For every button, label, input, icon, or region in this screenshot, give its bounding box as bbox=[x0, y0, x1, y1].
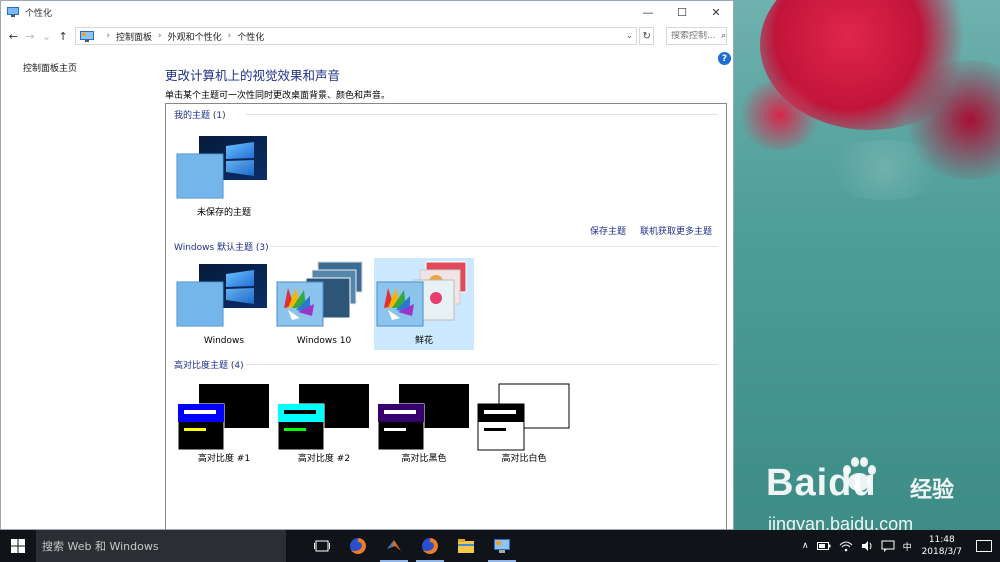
theme-thumbnail bbox=[176, 136, 267, 199]
window-title: 个性化 bbox=[25, 8, 53, 19]
divider bbox=[270, 246, 718, 247]
theme-unsaved[interactable]: 未保存的主题 bbox=[174, 130, 274, 222]
theme-windows[interactable]: Windows bbox=[174, 258, 274, 350]
theme-thumbnail bbox=[376, 261, 467, 327]
theme-label: 高对比黑色 bbox=[401, 454, 447, 464]
control-panel-icon bbox=[80, 30, 95, 42]
divider bbox=[246, 364, 718, 365]
clock[interactable]: 11:48 2018/3/7 bbox=[922, 534, 962, 558]
theme-high-contrast-white[interactable]: 高对比白色 bbox=[474, 376, 574, 468]
breadcrumb-separator[interactable]: › bbox=[228, 31, 232, 41]
personalization-window: 个性化 — ☐ ✕ ← → ⌄ ↑ › 控制面板 › 外观和个性化 › 个性化 … bbox=[0, 0, 734, 559]
breadcrumb-appearance[interactable]: 外观和个性化 bbox=[168, 30, 222, 43]
taskbar-search[interactable]: 搜索 Web 和 Windows bbox=[36, 530, 286, 562]
breadcrumb-separator[interactable]: › bbox=[158, 31, 162, 41]
breadcrumb-control-panel[interactable]: 控制面板 bbox=[116, 30, 152, 43]
theme-flowers[interactable]: 鲜花 bbox=[374, 258, 474, 350]
clock-date: 2018/3/7 bbox=[921, 547, 962, 557]
light-glow bbox=[820, 140, 950, 200]
control-panel-home-link[interactable]: 控制面板主页 bbox=[23, 61, 77, 74]
maximize-button[interactable]: ☐ bbox=[665, 1, 699, 23]
search-input[interactable] bbox=[670, 31, 721, 41]
breadcrumb-separator: › bbox=[106, 31, 110, 41]
theme-label: 鲜花 bbox=[414, 336, 433, 346]
taskbar: 搜索 Web 和 Windows ∧ 中 11:48 2018/3/7 bbox=[0, 530, 1000, 562]
firefox-icon[interactable] bbox=[340, 530, 376, 562]
theme-high-contrast-black[interactable]: 高对比黑色 bbox=[374, 376, 474, 468]
file-explorer-icon[interactable] bbox=[448, 530, 484, 562]
theme-label: 高对比白色 bbox=[501, 454, 547, 464]
theme-label: Windows 10 bbox=[296, 336, 352, 346]
refresh-button[interactable]: ↻ bbox=[639, 27, 654, 45]
minimize-button[interactable]: — bbox=[631, 1, 665, 23]
taskbar-search-text: 搜索 Web 和 Windows bbox=[42, 540, 159, 553]
page-description: 单击某个主题可一次性同时更改桌面背景、颜色和声音。 bbox=[165, 91, 391, 101]
title-bar[interactable]: 个性化 — ☐ ✕ bbox=[1, 1, 733, 23]
firefox-icon[interactable] bbox=[412, 530, 448, 562]
system-tray: ∧ 中 11:48 2018/3/7 bbox=[798, 530, 1000, 562]
volume-icon[interactable] bbox=[861, 540, 873, 552]
theme-thumbnail bbox=[176, 264, 267, 327]
section-title-high-contrast: 高对比度主题 (4) bbox=[174, 361, 244, 371]
close-button[interactable]: ✕ bbox=[699, 1, 733, 23]
address-bar[interactable]: › 控制面板 › 外观和个性化 › 个性化 ⌄ bbox=[75, 27, 638, 45]
section-title-my-themes: 我的主题 (1) bbox=[174, 111, 226, 121]
baidu-jingyan-text: 经验 bbox=[910, 478, 955, 503]
theme-label: Windows bbox=[203, 336, 245, 346]
theme-thumbnail bbox=[477, 383, 570, 451]
baidu-paw-icon bbox=[843, 457, 876, 491]
matlab-icon[interactable] bbox=[376, 530, 412, 562]
task-view-icon[interactable] bbox=[304, 530, 340, 562]
flower-petal bbox=[735, 80, 825, 150]
battery-icon[interactable] bbox=[816, 541, 831, 551]
wifi-icon[interactable] bbox=[839, 540, 853, 552]
start-button[interactable] bbox=[0, 530, 36, 562]
divider bbox=[246, 114, 718, 115]
action-center-icon[interactable] bbox=[976, 540, 992, 552]
windows-logo-icon bbox=[11, 539, 25, 553]
theme-thumbnail bbox=[377, 384, 469, 451]
theme-thumbnail bbox=[177, 384, 269, 451]
address-bar-row: ← → ⌄ ↑ › 控制面板 › 外观和个性化 › 个性化 ⌄ ↻ ⌕ bbox=[1, 23, 733, 49]
search-box[interactable]: ⌕ bbox=[665, 27, 728, 45]
theme-actions: 保存主题 联机获取更多主题 bbox=[590, 224, 712, 237]
theme-label: 高对比度 #2 bbox=[297, 454, 351, 464]
theme-high-contrast-2[interactable]: 高对比度 #2 bbox=[274, 376, 374, 468]
forward-button[interactable]: → bbox=[24, 28, 37, 44]
personalization-app-icon bbox=[7, 7, 19, 17]
get-more-themes-link[interactable]: 联机获取更多主题 bbox=[640, 224, 712, 237]
chevron-down-icon[interactable]: ⌄ bbox=[622, 31, 636, 41]
clock-time: 11:48 bbox=[928, 535, 955, 545]
theme-thumbnail bbox=[277, 384, 369, 451]
show-hidden-icons-button[interactable]: ∧ bbox=[802, 541, 809, 551]
content-area: 控制面板主页 ? 更改计算机上的视觉效果和声音 单击某个主题可一次性同时更改桌面… bbox=[1, 49, 733, 559]
save-theme-link[interactable]: 保存主题 bbox=[590, 224, 626, 237]
control-panel-icon[interactable] bbox=[484, 530, 520, 562]
theme-windows-10[interactable]: Windows 10 bbox=[274, 258, 374, 350]
theme-thumbnail bbox=[276, 261, 363, 327]
help-icon[interactable]: ? bbox=[718, 52, 731, 65]
section-title-default-themes: Windows 默认主题 (3) bbox=[174, 243, 269, 253]
up-button[interactable]: ↑ bbox=[57, 28, 70, 44]
theme-label: 未保存的主题 bbox=[196, 208, 251, 218]
baidu-watermark: Baidu 经验 jingyan.baidu.com bbox=[760, 452, 990, 542]
theme-list: 我的主题 (1) 未保存的主题 保存主题 联机获取更多主题 Windows 默认… bbox=[165, 103, 727, 559]
back-button[interactable]: ← bbox=[7, 28, 20, 44]
input-method-indicator[interactable]: 中 bbox=[903, 540, 912, 553]
message-icon[interactable] bbox=[881, 540, 895, 552]
breadcrumb-personalization[interactable]: 个性化 bbox=[237, 30, 264, 43]
recent-dropdown-icon[interactable]: ⌄ bbox=[40, 28, 53, 44]
search-icon[interactable]: ⌕ bbox=[721, 31, 726, 41]
theme-high-contrast-1[interactable]: 高对比度 #1 bbox=[174, 376, 274, 468]
page-title: 更改计算机上的视觉效果和声音 bbox=[165, 68, 341, 83]
theme-label: 高对比度 #1 bbox=[197, 454, 251, 464]
